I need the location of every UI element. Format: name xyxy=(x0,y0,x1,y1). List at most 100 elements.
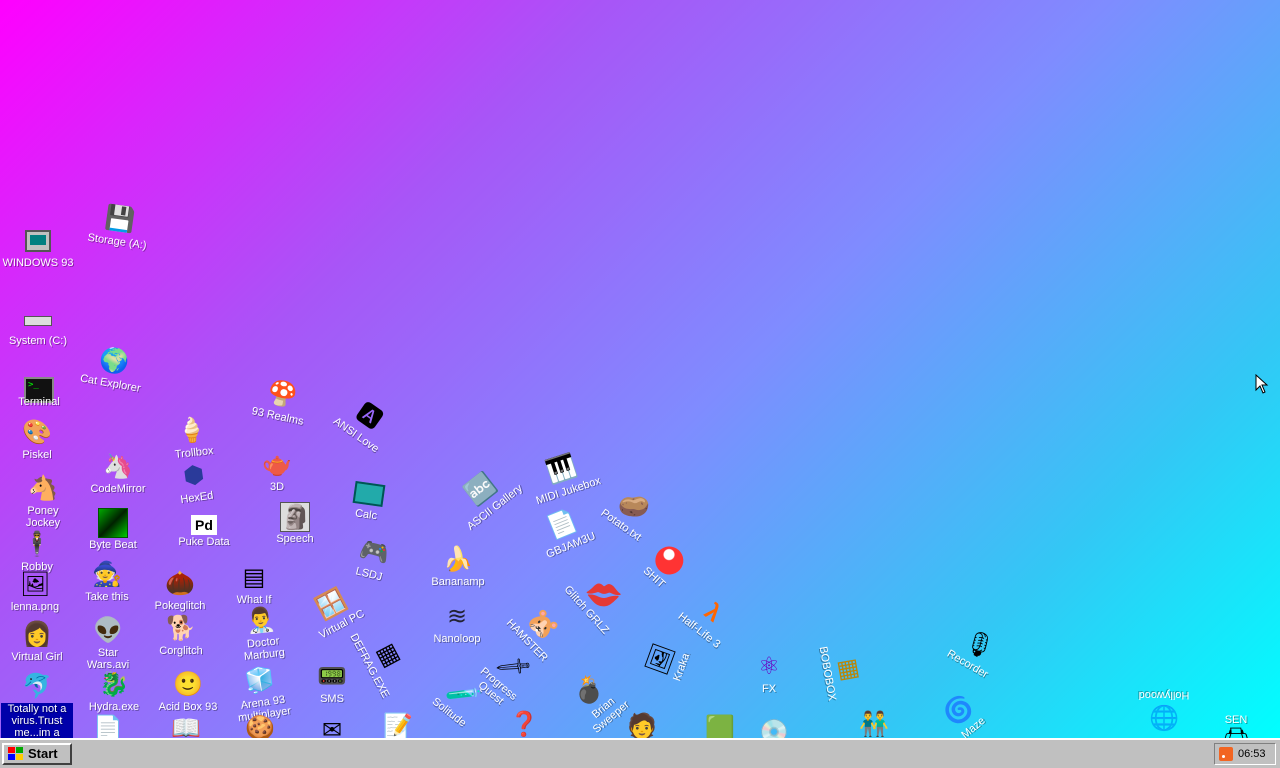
people-icon: 👬 xyxy=(859,711,889,738)
red-document-icon: 📄 xyxy=(93,715,123,738)
desktop-icon-fx[interactable]: ⚛ FX xyxy=(733,652,805,695)
start-button[interactable]: Start xyxy=(2,743,72,765)
atom-icon: ⚛ xyxy=(758,653,780,680)
desktop-icon-hollywood[interactable]: 🌐 Hollywood xyxy=(1128,689,1200,732)
desktop-icon-terminal[interactable]: >_ Terminal xyxy=(3,365,75,408)
image-file-icon: 🖼 xyxy=(20,571,51,598)
terminal-icon: >_ xyxy=(24,365,54,403)
desktop-icon-what-if[interactable]: ▤ What If xyxy=(218,563,290,606)
desktop-icon-93-realms[interactable]: 🍄 93 Realms xyxy=(241,373,320,430)
desktop-icon-notes[interactable]: 📝 xyxy=(362,712,434,738)
desktop-icon-ansi-love[interactable]: 🅰 ANSI Love xyxy=(323,384,407,461)
pony-icon: 🐴 xyxy=(28,475,58,502)
desktop-icon-dolphin-virus[interactable]: 🐬 Totally not a virus.Trust me...im a do… xyxy=(1,672,73,738)
desktop-icon-doc[interactable]: 📄 xyxy=(72,714,144,738)
desktop-icon-nanoloop[interactable]: ≋ Nanoloop xyxy=(421,602,493,645)
desktop-icon-acid-box[interactable]: 🙂 Acid Box 93 xyxy=(152,670,224,713)
teapot-icon: 🫖 xyxy=(262,451,292,478)
yoda-icon: 👽 xyxy=(93,617,123,644)
mushroom-icon: 🍄 xyxy=(264,378,300,411)
pd-icon: Pd xyxy=(191,515,217,535)
desktop-icon-lenna[interactable]: 🖼 lenna.png xyxy=(0,570,71,613)
desktop-icon-defender[interactable]: 🧑 xyxy=(606,712,678,738)
desktop-icon-midi-jukebox[interactable]: 🎹 MIDI Jukebox xyxy=(523,445,605,508)
desktop-icon-ascii-gallery[interactable]: 🔤 ASCII Gallery xyxy=(444,456,527,534)
desktop-icon-corglitch[interactable]: 🐕 Corglitch xyxy=(145,614,217,657)
desktop-icon-puke-data[interactable]: Pd Puke Data xyxy=(168,510,240,548)
desktop-icon-sms[interactable]: 📟 SMS xyxy=(296,662,368,705)
nut-icon: 🌰 xyxy=(165,570,195,597)
desktop-icon-hydra[interactable]: 🐉 Hydra.exe xyxy=(78,670,150,713)
desktop-icon-piskel[interactable]: 🎨 Piskel xyxy=(1,418,73,461)
envelope-icon: ✉ xyxy=(321,717,343,738)
floppy-drive-icon: 💾 xyxy=(103,204,137,235)
desktop-icon-3d[interactable]: 🫖 3D xyxy=(241,450,313,493)
printer-icon: 🖨 xyxy=(1221,726,1251,738)
unicorn-icon: 🦄 xyxy=(103,453,133,480)
desktop-icon-calc[interactable]: Calc xyxy=(330,473,407,526)
stick-figure-icon: 🕴 xyxy=(22,531,52,558)
banana-icon: 🍌 xyxy=(443,546,473,573)
face-icon: 🗿 xyxy=(280,502,311,532)
calculator-icon xyxy=(352,476,386,510)
desktop-icon-bananamp[interactable]: 🍌 Bananamp xyxy=(422,545,494,588)
box-icon: ▦ xyxy=(834,656,865,684)
doctor-icon: 👨‍⚕️ xyxy=(244,605,278,636)
tetris-icon: 🟩 xyxy=(705,715,735,738)
notepad-icon: 📝 xyxy=(383,713,413,738)
game-console-icon: 📟 xyxy=(317,663,347,690)
desktop-icon-poney-jockey[interactable]: 🐴 Poney Jockey xyxy=(7,474,79,529)
desktop-icon-trollbox[interactable]: 🍦 Trollbox xyxy=(155,412,231,462)
wave-icon: ≋ xyxy=(446,603,468,630)
clock[interactable]: 06:53 xyxy=(1238,748,1266,760)
hard-drive-icon xyxy=(23,304,53,334)
desktop-icon-speech[interactable]: 🗿 Speech xyxy=(259,502,331,545)
desktop-icon-cat-explorer[interactable]: 🌍 Cat Explorer xyxy=(74,341,152,396)
mouse-cursor-icon xyxy=(1255,374,1269,394)
desktop-icon-disk[interactable]: 💿 xyxy=(738,718,810,738)
desktop-icon-byte-beat[interactable]: Byte Beat xyxy=(77,508,149,551)
desktop[interactable]: WINDOWS 93 💾 Storage (A:) System (C:) 🌍 … xyxy=(0,0,1280,738)
corgi-icon: 🐕 xyxy=(166,615,196,642)
dolphin-icon: 🐬 xyxy=(22,673,52,700)
woman-face-icon: 👩 xyxy=(22,621,52,648)
byte-beat-icon xyxy=(98,508,128,538)
desktop-icon-codemirror[interactable]: 🦄 CodeMirror xyxy=(82,452,154,495)
desktop-icon-star-wars[interactable]: 👽 Star Wars.avi xyxy=(72,616,144,671)
question-mark-icon: ❓ xyxy=(509,711,539,738)
desktop-icon-windows93[interactable]: WINDOWS 93 xyxy=(2,226,74,269)
globe-icon: 🌍 xyxy=(97,345,132,378)
computer-icon xyxy=(23,226,53,256)
desktop-icon-question[interactable]: ❓ ? xyxy=(488,710,560,738)
desktop-icon-system-c[interactable]: System (C:) xyxy=(2,304,74,347)
desktop-icon-cookie[interactable]: 🍪 xyxy=(224,714,296,738)
paint-palette-icon: 🎨 xyxy=(22,419,52,446)
desktop-icon-storage-a[interactable]: 💾 Storage (A:) xyxy=(81,200,158,253)
taskbar: Start 06:53 xyxy=(0,738,1280,768)
old-man-icon: 🧙 xyxy=(92,561,122,588)
desktop-icon-pokeglitch[interactable]: 🌰 Pokeglitch xyxy=(144,569,216,612)
desktop-icon-bobobox[interactable]: ▦ BOBOBOX xyxy=(815,632,870,710)
windows-logo-icon xyxy=(8,747,24,761)
desktop-icon-hexed[interactable]: ⬢ HexEd xyxy=(156,456,233,509)
desktop-icon-robby[interactable]: 🕴 Robby xyxy=(1,530,73,573)
desktop-icon-stars[interactable]: 👬 xyxy=(838,710,910,738)
desktop-icon-glitch-grlz[interactable]: 💋 Glitch GRLZ xyxy=(558,559,638,641)
system-tray: 06:53 xyxy=(1214,743,1276,765)
rss-icon[interactable] xyxy=(1219,747,1233,761)
book-icon: 📖 xyxy=(171,715,201,738)
desktop-icon-mail[interactable]: ✉ xyxy=(296,716,368,738)
disk-icon: 💿 xyxy=(759,719,789,738)
desktop-icon-take-this[interactable]: 🧙 Take this xyxy=(71,560,143,603)
cookie-icon: 🍪 xyxy=(245,715,275,738)
desktop-icon-virtual-girl[interactable]: 👩 Virtual Girl xyxy=(1,620,73,663)
desktop-icon-kraka[interactable]: 🖼 Kraka xyxy=(635,621,700,703)
desktop-icon-sen[interactable]: SEN 🖨 xyxy=(1200,714,1272,738)
hexagon-cube-icon: ⬢ xyxy=(181,460,207,491)
desktop-icon-recorder[interactable]: 🎙 Recorder xyxy=(933,614,1017,687)
desktop-icon-doctor-marburg[interactable]: 👨‍⚕️ Doctor Marburg xyxy=(224,602,301,664)
dragon-icon: 🐉 xyxy=(99,671,129,698)
cube-icon: 🧊 xyxy=(243,665,277,696)
desktop-icon-book[interactable]: 📖 xyxy=(150,714,222,738)
ice-cream-icon: 🍦 xyxy=(175,415,209,446)
